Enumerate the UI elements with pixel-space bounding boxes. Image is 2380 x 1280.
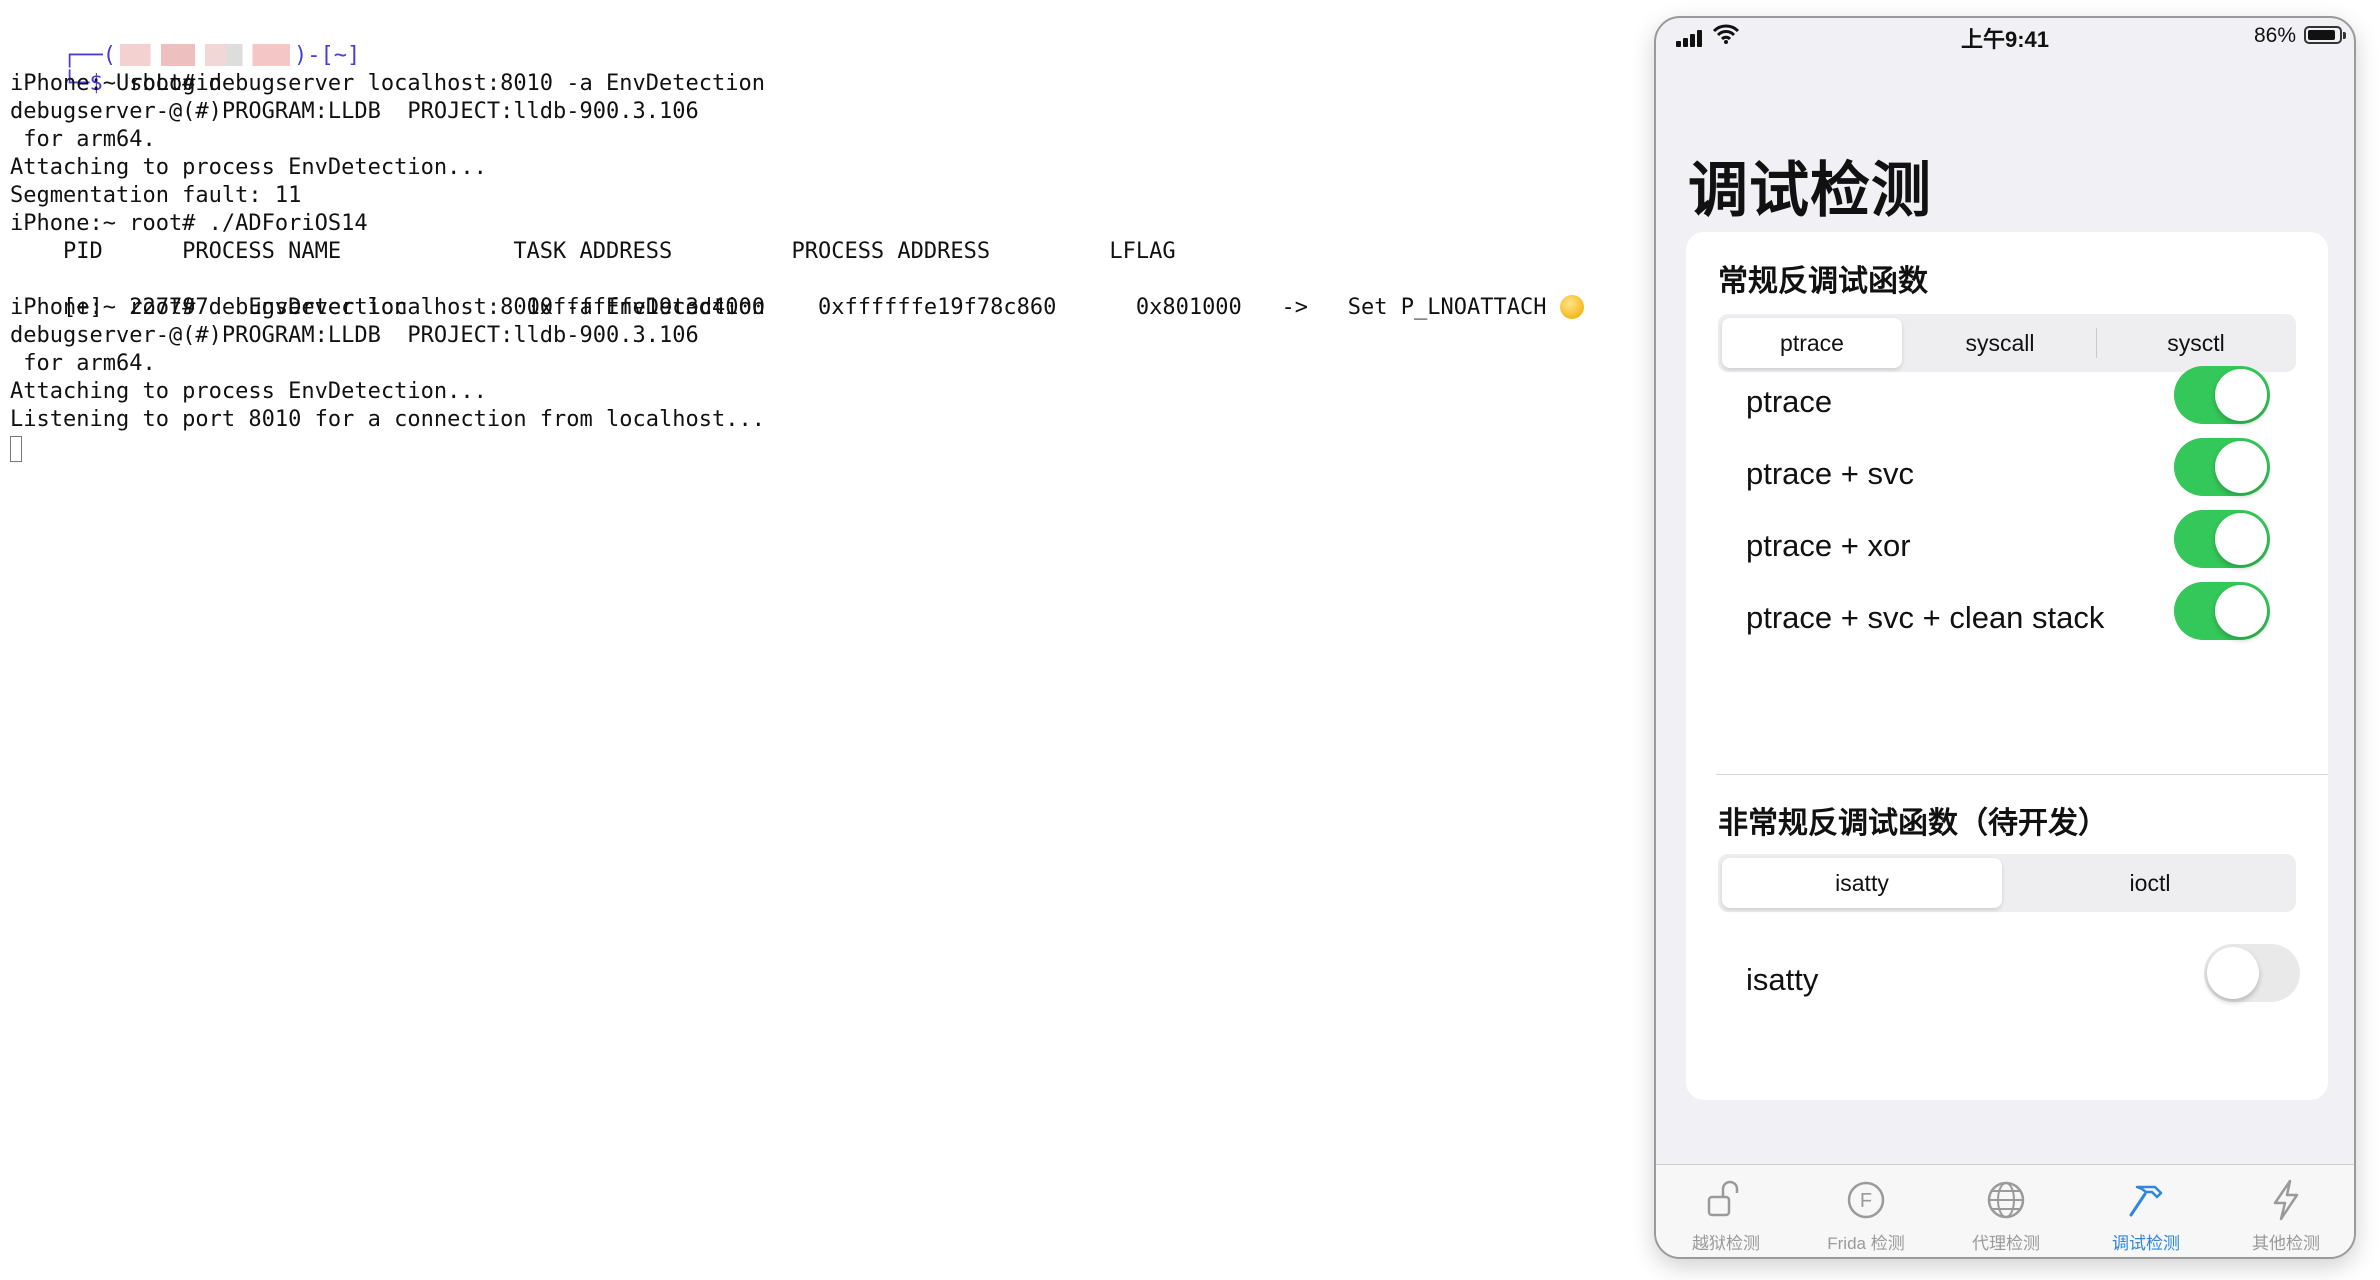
- section-title-irregular: 非常规反调试函数（待开发）: [1718, 807, 2108, 840]
- row-label-isatty: isatty: [1746, 962, 1819, 997]
- tab-jailbreak[interactable]: 越狱检测: [1656, 1165, 1796, 1257]
- terminal-window[interactable]: ┌──()-[~] └─$ UsbLogin iPhone:~ root# de…: [0, 0, 1640, 1280]
- status-bar: 上午9:41 86%: [1656, 18, 2354, 54]
- phone-simulator: 上午9:41 86% 调试检测 常规反调试函数 ptrace syscall s…: [1654, 16, 2356, 1259]
- terminal-line: debugserver-@(#)PROGRAM:LLDB PROJECT:lld…: [10, 323, 699, 348]
- terminal-line: for arm64.: [10, 351, 156, 376]
- tab-label: 其他检测: [2252, 1234, 2320, 1253]
- toggle-ptrace-svc-clean-stack[interactable]: [2174, 582, 2270, 640]
- toggle-isatty[interactable]: [2204, 944, 2300, 1002]
- segment-syscall[interactable]: syscall: [1910, 318, 2090, 368]
- terminal-line: Attaching to process EnvDetection...: [10, 379, 487, 404]
- hammer-icon: [2123, 1177, 2169, 1223]
- segmented-control-irregular: isatty ioctl: [1718, 854, 2296, 912]
- svg-text:F: F: [1860, 1190, 1872, 1212]
- segment-sysctl[interactable]: sysctl: [2102, 318, 2290, 368]
- row-label-ptrace: ptrace: [1746, 384, 1833, 419]
- tab-label: 代理检测: [1972, 1234, 2040, 1253]
- tab-bar: 越狱检测 F Frida 检测 代理检测 调试检测 其他检测: [1656, 1164, 2354, 1257]
- row-label-ptrace-svc-clean-stack: ptrace + svc + clean stack: [1746, 600, 2105, 635]
- battery-icon: [2304, 26, 2346, 44]
- row-label-ptrace-xor: ptrace + xor: [1746, 528, 1911, 563]
- terminal-line: for arm64.: [10, 127, 156, 152]
- status-time: 上午9:41: [1960, 27, 2050, 52]
- terminal-line: iPhone:~ root# debugserver localhost:801…: [10, 71, 765, 96]
- page-title: 调试检测: [1688, 157, 1932, 224]
- terminal-line: iPhone:~ root# debugserver localhost:801…: [10, 295, 765, 320]
- bolt-icon: [2263, 1177, 2309, 1223]
- smiling-face-icon: [1559, 295, 1584, 319]
- terminal-line: debugserver-@(#)PROGRAM:LLDB PROJECT:lld…: [10, 99, 699, 124]
- terminal-line: Attaching to process EnvDetection...: [10, 155, 487, 180]
- row-label-ptrace-svc: ptrace + svc: [1746, 456, 1914, 491]
- tab-proxy[interactable]: 代理检测: [1936, 1165, 2076, 1257]
- frida-f-icon: F: [1843, 1177, 1889, 1223]
- tab-other[interactable]: 其他检测: [2216, 1165, 2354, 1257]
- section-divider: [1716, 774, 2328, 775]
- segment-ptrace[interactable]: ptrace: [1722, 318, 1902, 368]
- section-title-regular: 常规反调试函数: [1718, 265, 1928, 298]
- terminal-line: Listening to port 8010 for a connection …: [10, 407, 765, 432]
- segmented-control-regular: ptrace syscall sysctl: [1718, 314, 2296, 372]
- tab-label: Frida 检测: [1827, 1234, 1905, 1253]
- segment-ioctl[interactable]: ioctl: [2008, 858, 2292, 908]
- toggle-ptrace-xor[interactable]: [2174, 510, 2270, 568]
- tab-label: 越狱检测: [1692, 1234, 1760, 1253]
- toggle-ptrace-svc[interactable]: [2174, 438, 2270, 496]
- segment-isatty[interactable]: isatty: [1722, 858, 2002, 908]
- unlock-icon: [1703, 1177, 1749, 1223]
- toggle-ptrace[interactable]: [2174, 366, 2270, 424]
- terminal-cursor: [10, 436, 22, 462]
- terminal-line: Segmentation fault: 11: [10, 183, 302, 208]
- tab-debug[interactable]: 调试检测: [2076, 1165, 2216, 1257]
- terminal-line: iPhone:~ root# ./ADForiOS14: [10, 211, 368, 236]
- settings-card: 常规反调试函数 ptrace syscall sysctl ptrace ptr…: [1686, 232, 2328, 1100]
- segment-divider: [2096, 328, 2097, 358]
- tab-frida[interactable]: F Frida 检测: [1796, 1165, 1936, 1257]
- terminal-line: PID PROCESS NAME TASK ADDRESS PROCESS AD…: [10, 239, 1176, 264]
- battery-percentage: 86%: [2253, 24, 2296, 47]
- prompt-close: )-[~]: [293, 43, 361, 68]
- globe-icon: [1983, 1177, 2029, 1223]
- tab-label: 调试检测: [2112, 1234, 2180, 1253]
